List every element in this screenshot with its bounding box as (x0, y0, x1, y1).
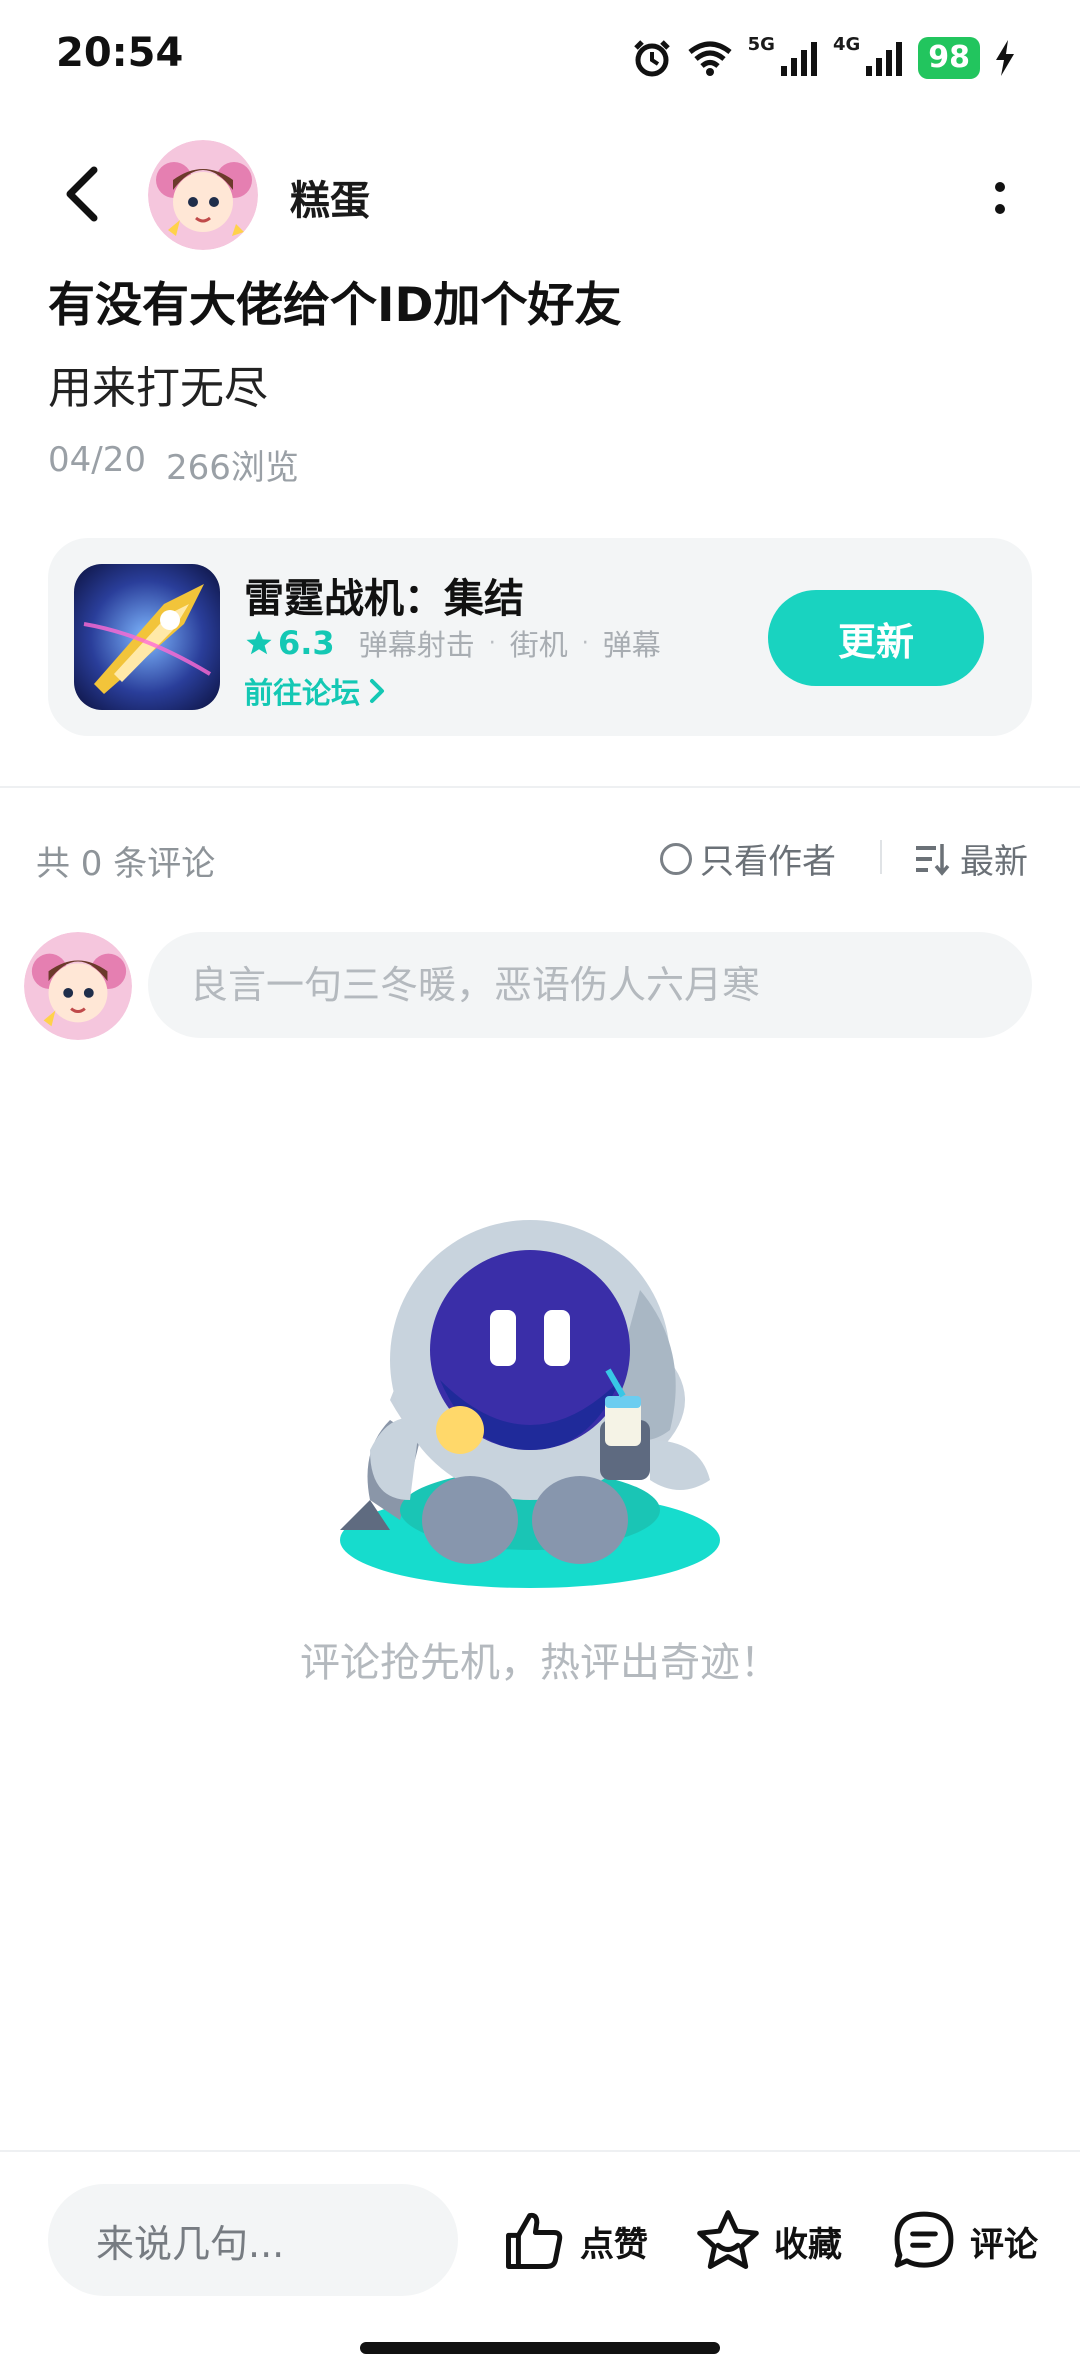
bottom-comment-input[interactable]: 来说几句... (48, 2184, 458, 2296)
tag-separator: · (581, 630, 589, 656)
only-author-toggle[interactable]: 只看作者 (660, 834, 836, 883)
user-avatar[interactable] (24, 932, 132, 1040)
favorite-button[interactable]: 收藏 (694, 2196, 842, 2286)
forum-link-label: 前往论坛 (244, 676, 361, 710)
like-label: 点赞 (580, 2224, 648, 2265)
status-time: 20:54 (56, 30, 184, 76)
comment-count: 共 0 条评论 (36, 844, 216, 884)
game-rating: 6.3 (244, 624, 335, 662)
filter-separator (880, 840, 882, 874)
home-indicator[interactable] (360, 2342, 720, 2354)
sort-toggle[interactable]: 最新 (914, 834, 1028, 883)
bottom-comment-placeholder: 来说几句... (96, 2221, 285, 2266)
game-rating-value: 6.3 (278, 624, 335, 662)
post-body: 用来打无尽 (48, 363, 268, 414)
thumbs-up-icon (506, 2212, 563, 2269)
back-button[interactable] (52, 158, 112, 230)
only-author-label: 只看作者 (700, 842, 836, 882)
game-icon[interactable] (74, 564, 220, 710)
game-tag: 街机 (509, 628, 568, 662)
author-avatar[interactable] (148, 140, 258, 250)
bottom-bar-divider (0, 2150, 1080, 2152)
alarm-icon (633, 40, 670, 77)
post-meta: 04/20 266浏览 (48, 440, 299, 489)
wifi-icon (688, 41, 732, 76)
more-dot-icon (995, 204, 1005, 214)
comment-bubble-icon (894, 2211, 954, 2268)
section-divider (0, 786, 1080, 788)
author-name[interactable]: 糕蛋 (290, 168, 370, 226)
more-options-button[interactable] (980, 168, 1020, 228)
comment-button[interactable]: 评论 (890, 2196, 1038, 2286)
game-tag: 弹幕 (602, 628, 661, 662)
network-4g-label: 4G (832, 33, 861, 55)
forum-link[interactable]: 前往论坛 (244, 670, 386, 712)
star-icon (246, 630, 272, 655)
signal-icon (866, 42, 903, 76)
empty-state-mascot-illustration (330, 1200, 770, 1600)
update-button[interactable]: 更新 (768, 590, 984, 686)
charging-icon (996, 40, 1014, 76)
empty-state-text: 评论抢先机，热评出奇迹！ (300, 1640, 780, 1686)
star-outline-icon (697, 2210, 759, 2269)
signal-icon (780, 42, 817, 76)
game-tag: 弹幕射击 (358, 628, 475, 662)
game-info: 6.3 弹幕射击 · 街机 · 弹幕 (244, 622, 661, 664)
comment-input[interactable] (148, 932, 1032, 1038)
network-5g-label: 5G (747, 33, 775, 55)
favorite-label: 收藏 (774, 2224, 842, 2265)
game-name[interactable]: 雷霆战机：集结 (244, 566, 524, 624)
post-title: 有没有大佬给个ID加个好友 (48, 278, 622, 333)
sort-icon (916, 843, 950, 876)
post-date: 04/20 (48, 440, 146, 480)
chevron-left-icon (66, 166, 98, 222)
tag-separator: · (488, 630, 496, 656)
game-tags: 弹幕射击 · 街机 · 弹幕 (359, 622, 661, 664)
more-dot-icon (995, 182, 1005, 192)
status-icons: 5G 4G 98 (632, 32, 1016, 84)
post-views: 266浏览 (165, 448, 299, 488)
battery-icon: 98 (918, 37, 980, 79)
comment-label: 评论 (970, 2224, 1038, 2265)
chevron-right-icon (370, 679, 385, 703)
like-button[interactable]: 点赞 (500, 2196, 648, 2286)
radio-icon (660, 842, 692, 875)
sort-label: 最新 (960, 842, 1028, 882)
